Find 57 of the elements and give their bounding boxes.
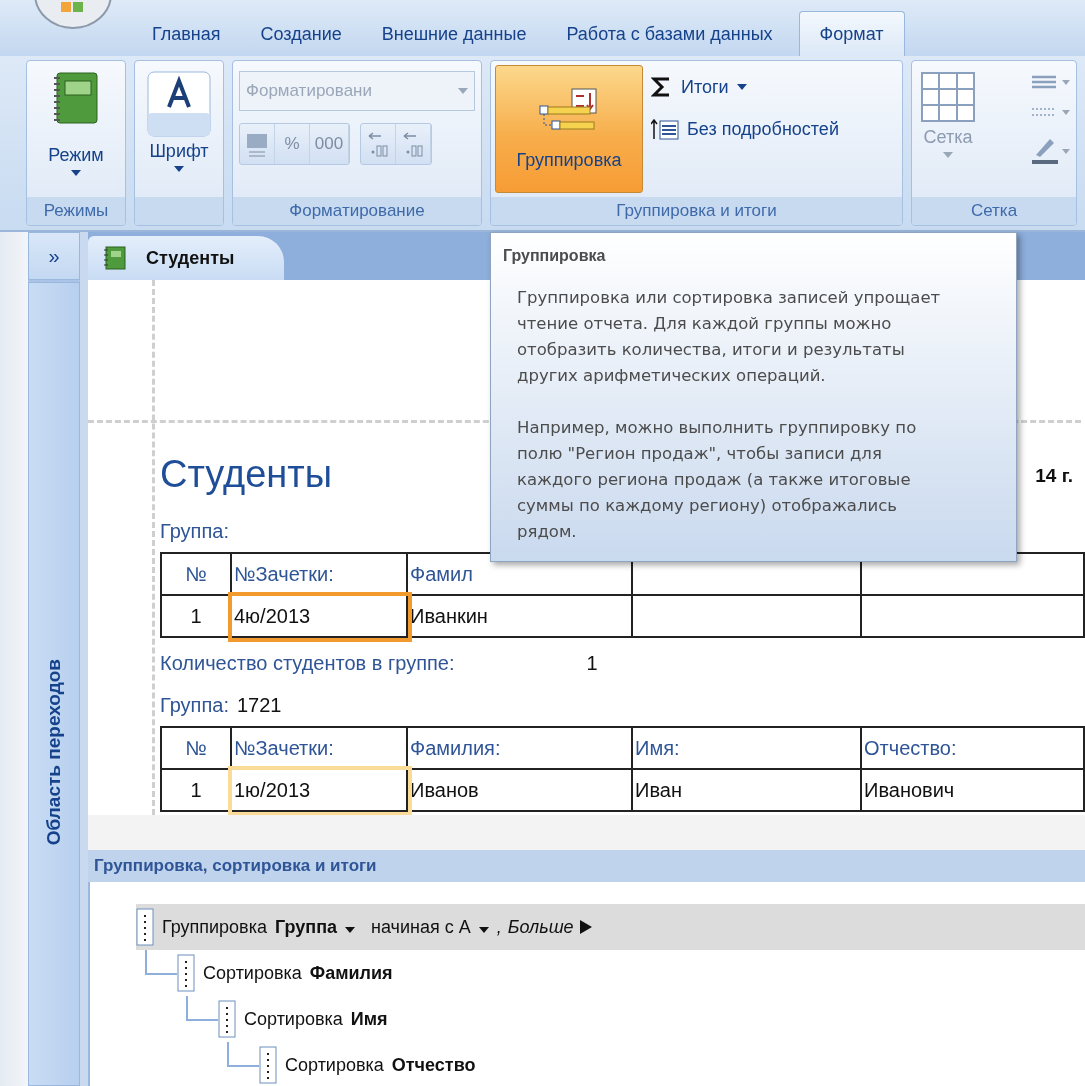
ribbon-tab[interactable]: Создание bbox=[240, 12, 362, 56]
report-title: Студенты bbox=[160, 453, 333, 496]
group-label: Сетка bbox=[912, 197, 1076, 225]
group-label: Группировка и итоги bbox=[491, 197, 902, 225]
report-date: 14 г. bbox=[1035, 465, 1074, 487]
level-type: Сортировка bbox=[244, 1008, 343, 1030]
group-value: 1721 bbox=[236, 693, 282, 717]
column-header: № bbox=[162, 728, 232, 770]
level-type: Сортировка bbox=[203, 962, 302, 984]
table-cell: 1 bbox=[162, 770, 232, 812]
level-type: Сортировка bbox=[285, 1054, 384, 1076]
column-header: №Зачетки: bbox=[232, 554, 408, 596]
tooltip-text: Например, можно выполнить группировку по полю "Регион продаж", чтобы записи для каждого региона продаж (а также итоговые суммы по каждому региону) отображались рядом. bbox=[517, 417, 918, 543]
group-label: Группа: bbox=[160, 519, 229, 543]
level-type: Группировка bbox=[162, 916, 267, 938]
table-cell: Иванкин bbox=[408, 596, 633, 638]
tree-row[interactable]: Сортировка Имя bbox=[186, 996, 1085, 1042]
table-cell: 1 bbox=[162, 596, 232, 638]
separator: , bbox=[496, 916, 502, 938]
count-label: Количество студентов в группе: bbox=[160, 651, 455, 675]
navigation-pane[interactable]: Область переходов bbox=[28, 282, 80, 1086]
mode-button[interactable]: Режим bbox=[44, 65, 108, 193]
field-name: Фамилия bbox=[309, 962, 393, 984]
navigation-pane-title: Область переходов bbox=[43, 658, 65, 845]
tooltip-title: Группировка bbox=[503, 247, 607, 265]
tree-row[interactable]: Сортировка Фамилия bbox=[145, 950, 1085, 996]
hide-details-button[interactable]: Без подробностей bbox=[651, 109, 839, 149]
table-cell: Иванов bbox=[408, 770, 633, 812]
ribbon-tab[interactable]: Внешние данные bbox=[361, 12, 547, 56]
totals-button[interactable]: Итоги bbox=[651, 67, 839, 107]
field-name: Группа bbox=[274, 916, 337, 938]
column-header: №Зачетки: bbox=[232, 728, 408, 770]
ribbon-tab[interactable]: Главная bbox=[132, 12, 241, 56]
document-tab[interactable]: Студенты bbox=[88, 236, 285, 280]
tree-row[interactable]: Группировка Группа начиная с А , Больше bbox=[136, 904, 1085, 950]
table-cell: Иван bbox=[633, 770, 862, 812]
ribbon-tab[interactable]: Формат bbox=[798, 11, 905, 56]
panel-title: Группировка, сортировка и итоги bbox=[88, 850, 1085, 882]
tooltip-text: Группировка или сортировка записей упрощает чтение отчета. Для каждой группы можно отобразить количества, итоги и результаты других арифметических операций. bbox=[517, 287, 942, 387]
tree-row[interactable]: Сортировка Отчество bbox=[227, 1042, 1085, 1086]
font-button[interactable]: Шрифт bbox=[143, 65, 215, 193]
sort-order[interactable]: начиная с А bbox=[371, 916, 471, 938]
grouping-button[interactable]: Группировка bbox=[495, 65, 643, 193]
group-label: Форматирование bbox=[233, 197, 481, 225]
ribbon-tab[interactable]: Работа с базами данных bbox=[546, 12, 793, 56]
field-name: Имя bbox=[350, 1008, 388, 1030]
group-label: Режимы bbox=[27, 197, 125, 225]
table-cell: Иванович bbox=[862, 770, 1085, 812]
more-link[interactable]: Больше bbox=[507, 916, 574, 938]
count-value: 1 bbox=[586, 651, 598, 675]
column-header: Отчество: bbox=[862, 728, 1085, 770]
group-label: Группа: bbox=[160, 693, 229, 717]
column-header: № bbox=[162, 554, 232, 596]
field-name: Отчество bbox=[391, 1054, 476, 1076]
column-header: Фамилия: bbox=[408, 728, 633, 770]
column-header: Имя: bbox=[633, 728, 862, 770]
expand-button[interactable]: » bbox=[28, 232, 80, 280]
